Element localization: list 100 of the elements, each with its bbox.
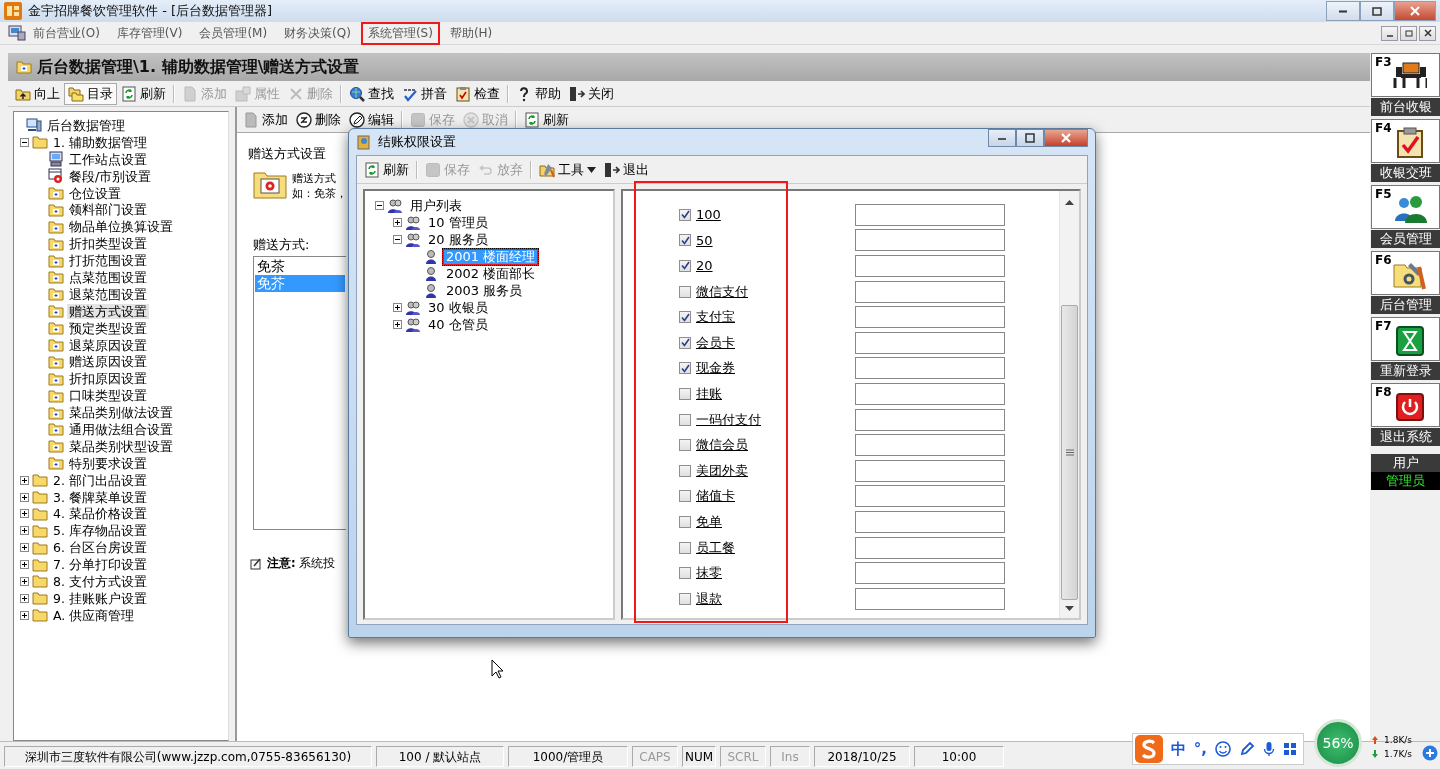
- tree-item[interactable]: 打折范围设置: [67, 253, 149, 269]
- payment-label[interactable]: 一码付支付: [696, 410, 761, 429]
- payment-label[interactable]: 微信支付: [696, 282, 748, 301]
- menu-item[interactable]: 会员管理(M): [192, 21, 275, 45]
- tree-item[interactable]: 2. 部门出品设置: [51, 472, 149, 488]
- tree-item[interactable]: 折扣原因设置: [67, 371, 149, 387]
- minimize-button[interactable]: [988, 129, 1016, 147]
- tree-item[interactable]: 工作站点设置: [67, 151, 149, 167]
- scrollbar[interactable]: [1059, 191, 1079, 618]
- tree-item[interactable]: 7. 分单打印设置: [51, 557, 149, 573]
- ime-mode[interactable]: 中: [1170, 739, 1186, 759]
- tree-item[interactable]: 赠送原因设置: [67, 354, 149, 370]
- payment-label[interactable]: 免单: [696, 512, 722, 531]
- checkbox[interactable]: [679, 592, 691, 605]
- payment-label[interactable]: 50: [696, 232, 713, 248]
- tree-item[interactable]: 40 仓管员: [424, 315, 492, 334]
- punctuation-toggle[interactable]: °,: [1193, 740, 1208, 758]
- tree-item[interactable]: 领料部门设置: [67, 202, 149, 218]
- toolbar-button[interactable]: 向上: [11, 82, 64, 105]
- close-button[interactable]: [1419, 25, 1436, 41]
- tree-item[interactable]: 预定类型设置: [67, 320, 149, 336]
- menu-item[interactable]: 前台营业(O): [26, 21, 107, 45]
- checkbox[interactable]: [679, 234, 691, 247]
- input-field[interactable]: [855, 587, 1005, 610]
- payment-label[interactable]: 挂账: [696, 384, 722, 403]
- tree-item[interactable]: 折扣类型设置: [67, 236, 149, 252]
- tree-item[interactable]: 2002 楼面部长: [442, 264, 540, 283]
- toolbar-button[interactable]: 关闭: [565, 82, 618, 105]
- list-box[interactable]: 免茶 免芥: [253, 256, 346, 530]
- tree-item[interactable]: 8. 支付方式设置: [51, 574, 149, 589]
- input-field[interactable]: [855, 382, 1005, 405]
- tree-item[interactable]: 20 服务员: [424, 230, 492, 249]
- toolbar-button[interactable]: 退出: [600, 158, 653, 181]
- payment-label[interactable]: 会员卡: [696, 333, 735, 352]
- tree-item[interactable]: 菜品类别做法设置: [67, 405, 175, 421]
- input-field[interactable]: [855, 536, 1005, 559]
- tree-item[interactable]: 5. 库存物品设置: [51, 523, 149, 539]
- minimize-button[interactable]: [1326, 1, 1360, 21]
- tree-item[interactable]: 1. 辅助数据管理: [51, 134, 149, 150]
- checkbox[interactable]: [679, 336, 691, 349]
- tree-item[interactable]: 2003 服务员: [442, 281, 527, 300]
- tree-item[interactable]: 后台数据管理: [45, 117, 127, 133]
- toolbar-button[interactable]: 拼音: [398, 82, 451, 105]
- payment-label[interactable]: 微信会员: [696, 436, 748, 455]
- payment-label[interactable]: 20: [696, 258, 713, 274]
- checkbox[interactable]: [679, 490, 691, 503]
- minimize-button[interactable]: [1381, 25, 1398, 41]
- menu-item[interactable]: 系统管理(S): [360, 21, 440, 45]
- checkbox[interactable]: [679, 260, 691, 272]
- input-field[interactable]: [855, 357, 1005, 380]
- payment-label[interactable]: 现金券: [696, 359, 735, 378]
- checkbox[interactable]: [679, 413, 691, 426]
- input-field[interactable]: [855, 434, 1005, 457]
- tree-item[interactable]: 30 收银员: [424, 298, 492, 317]
- input-field[interactable]: [855, 485, 1005, 508]
- input-field[interactable]: [855, 459, 1005, 482]
- tree-item[interactable]: 用户列表: [406, 196, 466, 215]
- checkbox[interactable]: [679, 464, 691, 477]
- payment-label[interactable]: 抹零: [696, 564, 722, 583]
- plus-icon[interactable]: [1422, 745, 1438, 761]
- checkbox[interactable]: [679, 387, 691, 400]
- payment-label[interactable]: 退款: [696, 589, 722, 608]
- tree-item[interactable]: 仓位设置: [67, 185, 123, 201]
- tree-item[interactable]: 10 管理员: [424, 213, 492, 232]
- checkbox[interactable]: [679, 439, 691, 452]
- tree-item[interactable]: 退菜范围设置: [67, 286, 149, 302]
- toolbar-button[interactable]: 添加: [239, 108, 292, 131]
- tree-item[interactable]: 通用做法组合设置: [67, 421, 175, 437]
- input-field[interactable]: [855, 306, 1005, 329]
- toolbar-button[interactable]: 刷新: [117, 82, 170, 105]
- tree-item[interactable]: 赠送方式设置: [67, 303, 149, 319]
- tree-item[interactable]: 退菜原因设置: [67, 337, 149, 353]
- toolbar-button[interactable]: 刷新: [520, 108, 573, 131]
- tree-item[interactable]: 3. 餐牌菜单设置: [51, 489, 149, 505]
- input-field[interactable]: [855, 562, 1005, 585]
- tree-item[interactable]: 9. 挂账账户设置: [51, 590, 149, 606]
- maximize-button[interactable]: [1016, 129, 1044, 147]
- checkbox[interactable]: [679, 541, 691, 554]
- tree-item[interactable]: 餐段/市别设置: [67, 168, 154, 184]
- checkbox[interactable]: [679, 311, 691, 324]
- checkbox[interactable]: [679, 515, 691, 528]
- menu-item[interactable]: 库存管理(V): [109, 21, 190, 45]
- payment-label[interactable]: 美团外卖: [696, 461, 748, 480]
- toolbar-button[interactable]: 工具: [535, 158, 600, 181]
- input-field[interactable]: [855, 203, 1005, 226]
- checkbox[interactable]: [679, 567, 691, 580]
- list-item[interactable]: 免茶: [255, 258, 345, 275]
- input-field[interactable]: [855, 229, 1005, 252]
- tree-item[interactable]: 4. 菜品价格设置: [51, 506, 149, 522]
- toolbar-button[interactable]: 刷新: [360, 158, 413, 181]
- toolbar-button[interactable]: 删除: [292, 108, 345, 131]
- tree-item[interactable]: 菜品类别状型设置: [67, 438, 175, 454]
- payment-label[interactable]: 100: [696, 207, 721, 223]
- checkbox[interactable]: [679, 285, 691, 298]
- toolbar-button[interactable]: 查找: [345, 82, 398, 105]
- tree-item[interactable]: 物品单位换算设置: [67, 219, 175, 235]
- menu-item[interactable]: 财务决策(Q): [277, 21, 358, 45]
- toolbar-button[interactable]: 检查: [451, 82, 504, 105]
- toolbar-button[interactable]: 帮助: [512, 82, 565, 105]
- payment-label[interactable]: 员工餐: [696, 538, 735, 557]
